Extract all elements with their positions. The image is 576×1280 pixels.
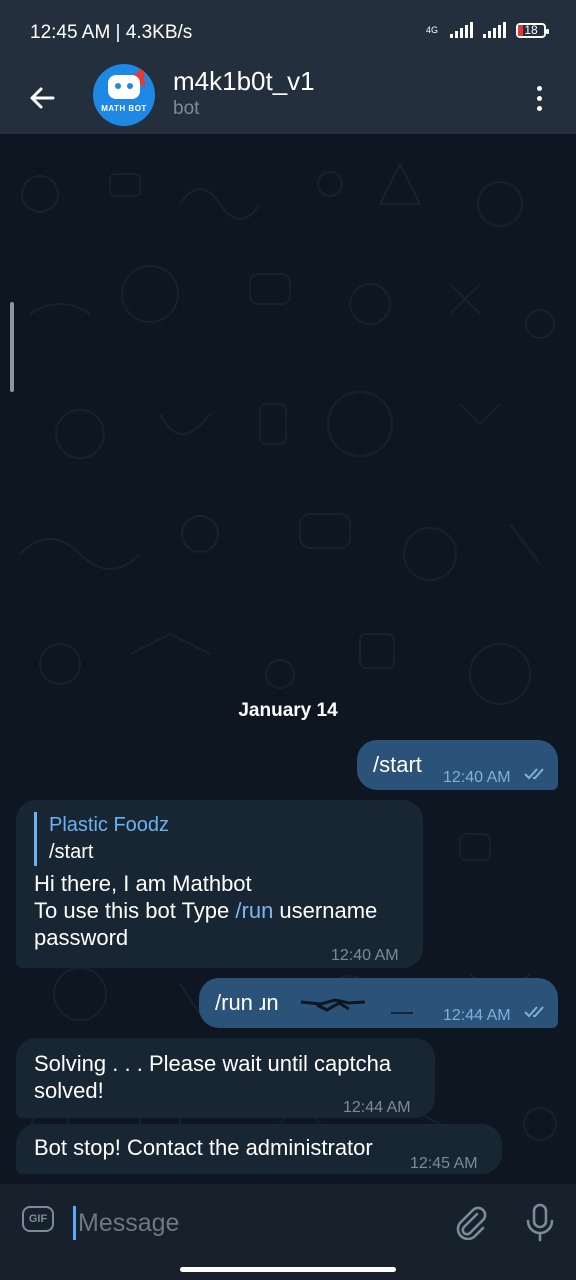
message-text: Bot stop! Contact the administrator (34, 1135, 373, 1160)
message-line-2: To use this bot Type /run username (34, 898, 378, 923)
robot-icon (108, 75, 140, 99)
message-line-1: Solving . . . Please wait until captcha (34, 1051, 392, 1076)
reply-text: /start (49, 841, 94, 863)
message-outgoing[interactable]: /run ɹn 12:44 AM (199, 978, 558, 1028)
bot-avatar[interactable]: MATH BOT (93, 64, 155, 126)
message-time: 12:40 AM (331, 947, 399, 964)
message-input-bar: GIF Message (0, 1184, 576, 1280)
voice-record-button[interactable] (522, 1202, 558, 1242)
message-incoming[interactable]: Plastic Foodz /start Hi there, I am Math… (16, 800, 423, 968)
paperclip-icon (456, 1206, 487, 1241)
message-incoming[interactable]: Solving . . . Please wait until captcha … (16, 1038, 435, 1118)
gif-button[interactable]: GIF (22, 1206, 58, 1238)
reply-author: Plastic Foodz (49, 814, 170, 836)
message-text: /start (373, 752, 422, 777)
gif-icon: GIF (22, 1206, 54, 1232)
double-check-icon (524, 768, 544, 780)
text-cursor (73, 1206, 76, 1240)
message-time: 12:40 AM (443, 769, 511, 786)
signal-icon (450, 22, 473, 38)
message-time: 12:44 AM (443, 1007, 511, 1024)
scribble-dash (391, 1012, 413, 1014)
back-button[interactable] (22, 78, 62, 118)
status-icons: 4G 18 (425, 22, 549, 38)
microphone-icon (526, 1203, 554, 1242)
reply-quote[interactable]: Plastic Foodz /start (34, 812, 405, 866)
more-menu-button[interactable] (524, 78, 554, 118)
message-incoming[interactable]: Bot stop! Contact the administrator 12:4… (16, 1124, 502, 1174)
run-command-link[interactable]: /run (235, 898, 273, 923)
signal-icon-2 (483, 22, 506, 38)
message-time: 12:45 AM (410, 1155, 478, 1172)
chat-header: MATH BOT m4k1b0t_v1 bot (0, 64, 576, 134)
chat-title[interactable]: m4k1b0t_v1 (173, 66, 315, 97)
scribble-redaction (300, 998, 366, 1012)
double-check-icon (524, 1006, 544, 1018)
message-line-1: Hi there, I am Mathbot (34, 871, 252, 896)
scrollbar[interactable] (10, 302, 14, 392)
battery-icon: 18 (516, 22, 549, 38)
chat-area[interactable]: January 14 /start 12:40 AM Plastic Foodz… (0, 134, 576, 1184)
attach-button[interactable] (452, 1204, 488, 1241)
message-input[interactable]: Message (78, 1206, 438, 1240)
network-label: 4G (425, 24, 438, 35)
message-text: /run ɹn (215, 990, 279, 1015)
arrow-left-icon (30, 87, 55, 109)
date-separator: January 14 (0, 696, 576, 726)
message-time: 12:44 AM (343, 1099, 411, 1116)
status-time: 12:45 AM | 4.3KB/s (30, 22, 193, 43)
message-outgoing[interactable]: /start 12:40 AM (357, 740, 558, 790)
home-indicator[interactable] (180, 1267, 396, 1272)
chat-subtitle: bot (173, 98, 200, 119)
avatar-logo-text: MATH BOT (101, 104, 147, 113)
status-bar: 12:45 AM | 4.3KB/s 4G 18 (0, 0, 576, 64)
